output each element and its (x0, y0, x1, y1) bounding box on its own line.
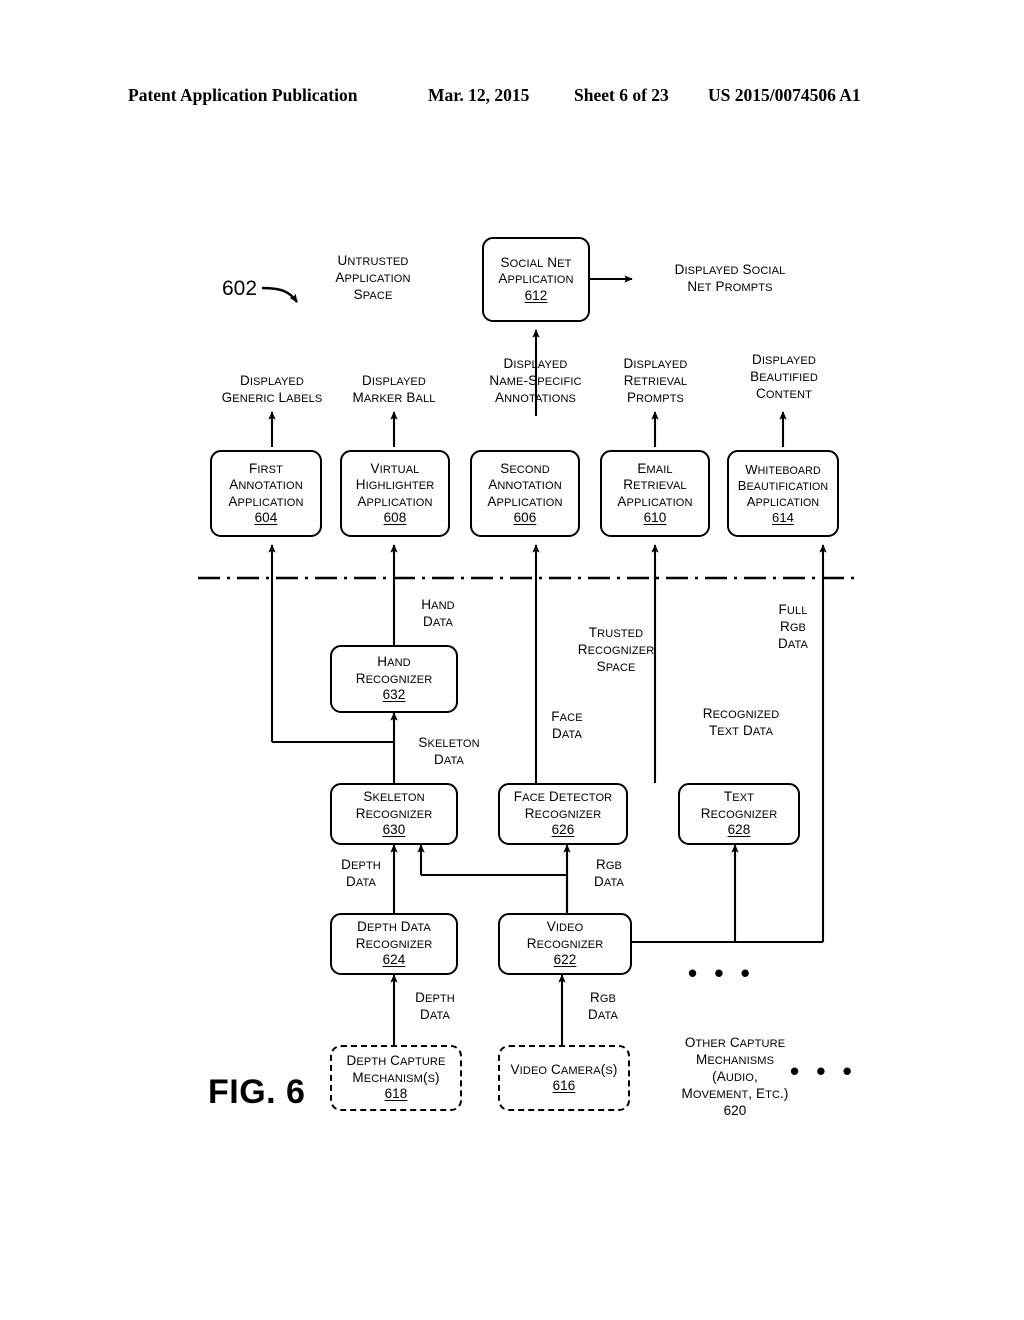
label-rgb-data-lower: RGB DATA (587, 990, 619, 1022)
label-face-data: FACE DATA (551, 709, 583, 741)
node-whiteboard-beautification-application[interactable]: WHITEBOARD BEAUTIFICATION APPLICATION 61… (727, 450, 839, 537)
figure-label: FIG. 6 (208, 1073, 306, 1111)
node-text-recognizer[interactable]: TEXT RECOGNIZER 628 (678, 783, 800, 845)
node-video-cameras[interactable]: VIDEO CAMERA(S) 616 (498, 1045, 630, 1111)
label-rgb-data-upper: RGB DATA (593, 857, 625, 889)
label-full-rgb-data: FULL RGB DATA (777, 602, 809, 651)
node-hand-recognizer[interactable]: HAND RECOGNIZER 632 (330, 645, 458, 713)
node-skeleton-recognizer[interactable]: SKELETON RECOGNIZER 630 (330, 783, 458, 845)
node-face-detector-recognizer[interactable]: FACE DETECTOR RECOGNIZER 626 (498, 783, 628, 845)
label-displayed-name-specific-annotations: DISPLAYED NAME-SPECIFIC ANNOTATIONS (489, 356, 582, 405)
ellipsis-middle-right: • • • (688, 958, 755, 988)
ellipsis-bottom-right: • • • (790, 1056, 857, 1086)
trusted-recognizer-space-label: TRUSTED RECOGNIZER SPACE (577, 625, 655, 674)
node-video-recognizer[interactable]: VIDEO RECOGNIZER 622 (498, 913, 632, 975)
label-displayed-social-net-prompts: DISPLAYED SOCIAL NET PROMPTS (674, 262, 786, 294)
connector-lines (198, 275, 860, 1045)
node-email-retrieval-application[interactable]: EMAIL RETRIEVAL APPLICATION 610 (600, 450, 710, 537)
label-displayed-generic-labels: DISPLAYED GENERIC LABELS (221, 373, 323, 405)
label-displayed-beautified-content: DISPLAYED BEAUTIFIED CONTENT (750, 352, 818, 401)
label-skeleton-data: SKELETON DATA (418, 735, 480, 767)
label-depth-data-upper: DEPTH DATA (341, 857, 381, 889)
node-second-annotation-application[interactable]: SECOND ANNOTATION APPLICATION 606 (470, 450, 580, 537)
patent-figure-6: 602 UNTRUSTED APPLICATION SPACE TRUSTED … (0, 0, 1024, 1320)
node-virtual-highlighter-application[interactable]: VIRTUAL HIGHLIGHTER APPLICATION 608 (340, 450, 450, 537)
node-other-capture-mechanisms: OTHER CAPTURE MECHANISMS (AUDIO, MOVEMEN… (681, 1035, 789, 1118)
label-depth-data-lower: DEPTH DATA (415, 990, 455, 1022)
node-depth-capture-mechanisms[interactable]: DEPTH CAPTURE MECHANISM(S) 618 (330, 1045, 462, 1111)
untrusted-application-space-label: UNTRUSTED APPLICATION SPACE (335, 253, 411, 302)
figure-callout-602: 602 (222, 277, 258, 300)
node-depth-data-recognizer[interactable]: DEPTH DATA RECOGNIZER 624 (330, 913, 458, 975)
label-displayed-retrieval-prompts: DISPLAYED RETRIEVAL PROMPTS (623, 356, 688, 405)
node-social-net-application[interactable]: SOCIAL NET APPLICATION 612 (482, 237, 590, 322)
label-displayed-marker-ball: DISPLAYED MARKER BALL (352, 373, 436, 405)
label-hand-data: HAND DATA (421, 597, 455, 629)
node-first-annotation-application[interactable]: FIRST ANNOTATION APPLICATION 604 (210, 450, 322, 537)
label-recognized-text-data: RECOGNIZED TEXT DATA (702, 706, 780, 738)
